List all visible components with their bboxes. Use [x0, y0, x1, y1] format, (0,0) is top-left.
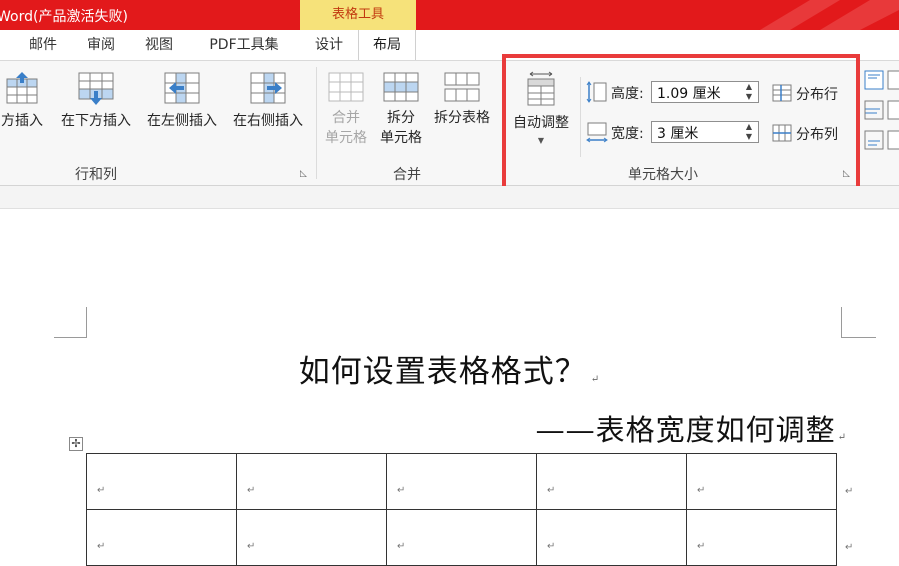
insert-left-label: 在左侧插入 [147, 113, 217, 129]
crop-mark [841, 337, 876, 338]
titlebar-pattern-icon [760, 0, 899, 30]
insert-below-icon [78, 72, 114, 105]
paragraph-mark-icon: ↵ [97, 541, 106, 552]
paragraph-mark-icon: ↵ [590, 374, 601, 385]
insert-below-label: 在下方插入 [61, 113, 131, 129]
insert-left-icon [164, 72, 200, 104]
table-move-handle-icon[interactable]: ✢ [69, 437, 83, 451]
insert-below-button[interactable]: 在下方插入 [56, 71, 136, 130]
table-cell[interactable]: ↵ [536, 509, 687, 566]
tab-review[interactable]: 审阅 [78, 30, 124, 60]
table-cell[interactable]: ↵ [686, 453, 837, 510]
split-cells-icon [383, 72, 419, 102]
split-cells-label-1: 拆分 [387, 110, 415, 126]
tab-layout[interactable]: 布局 [358, 30, 416, 60]
paragraph-mark-icon: ↵ [547, 485, 556, 496]
table-cell[interactable]: ↵ [536, 453, 687, 510]
table-row: ↵ ↵ ↵ ↵ ↵ [86, 509, 837, 566]
group-label-merge: 合并 [393, 167, 421, 183]
insert-left-button[interactable]: 在左侧插入 [142, 71, 222, 130]
document-subtitle-text: ——表格宽度如何调整 [535, 413, 836, 447]
cell-size-highlight-box [502, 54, 860, 192]
paragraph-mark-icon: ↵ [247, 541, 256, 552]
end-of-row-mark-icon: ↵ [845, 542, 854, 553]
insert-right-icon [250, 72, 286, 104]
rows-columns-launcher-icon[interactable]: ◺ [300, 169, 307, 179]
tab-mailings[interactable]: 邮件 [20, 30, 66, 60]
paragraph-mark-icon: ↵ [97, 485, 106, 496]
table-cell[interactable]: ↵ [686, 509, 837, 566]
group-label-rows-columns: 行和列 [75, 167, 117, 183]
split-table-label: 拆分表格 [434, 110, 490, 126]
tab-pdf-tools[interactable]: PDF工具集 [196, 30, 292, 60]
insert-right-label: 在右侧插入 [233, 113, 303, 129]
document-title[interactable]: 如何设置表格格式？ ↵ [0, 346, 899, 391]
table-cell[interactable]: ↵ [86, 453, 237, 510]
merge-cells-button[interactable]: 合并 单元格 [322, 71, 370, 148]
document-subtitle[interactable]: ——表格宽度如何调整 ↵ [536, 407, 847, 449]
paragraph-mark-icon: ↵ [837, 432, 847, 443]
paragraph-mark-icon: ↵ [547, 541, 556, 552]
ruler-strip [0, 186, 899, 209]
end-of-row-mark-icon: ↵ [845, 486, 854, 497]
insert-right-button[interactable]: 在右侧插入 [228, 71, 308, 130]
crop-mark [86, 307, 87, 337]
table-cell[interactable]: ↵ [86, 509, 237, 566]
crop-mark [841, 307, 842, 337]
tab-view[interactable]: 视图 [136, 30, 182, 60]
document-table[interactable]: ↵ ↵ ↵ ↵ ↵ ↵ ↵ ↵ ↵ ↵ [86, 453, 837, 566]
merge-cells-label-2: 单元格 [325, 130, 367, 146]
paragraph-mark-icon: ↵ [397, 541, 406, 552]
table-cell[interactable]: ↵ [386, 453, 537, 510]
crop-mark [54, 337, 87, 338]
insert-above-button[interactable]: 方插入 [0, 71, 52, 130]
split-cells-button[interactable]: 拆分 单元格 [374, 71, 428, 148]
split-table-button[interactable]: 拆分表格 [428, 71, 496, 128]
split-table-icon [444, 72, 480, 102]
table-tools-contextual-tab: 表格工具 [300, 0, 416, 30]
table-cell[interactable]: ↵ [236, 453, 387, 510]
merge-cells-label-1: 合并 [332, 110, 360, 126]
paragraph-mark-icon: ↵ [397, 485, 406, 496]
insert-above-icon [6, 72, 38, 104]
paragraph-mark-icon: ↵ [697, 485, 706, 496]
table-cell[interactable]: ↵ [236, 509, 387, 566]
title-bar: Word(产品激活失败) [0, 0, 899, 30]
group-separator [316, 67, 317, 179]
split-cells-label-2: 单元格 [380, 130, 422, 146]
table-row: ↵ ↵ ↵ ↵ ↵ [86, 453, 837, 510]
paragraph-mark-icon: ↵ [697, 541, 706, 552]
cell-alignment-icons[interactable] [864, 69, 899, 153]
merge-cells-icon [328, 72, 364, 102]
table-cell[interactable]: ↵ [386, 509, 537, 566]
app-title: Word(产品激活失败) [0, 9, 128, 25]
insert-above-label: 方插入 [1, 113, 43, 129]
document-title-text: 如何设置表格格式？ [298, 354, 587, 390]
paragraph-mark-icon: ↵ [247, 485, 256, 496]
tab-design[interactable]: 设计 [302, 30, 356, 60]
